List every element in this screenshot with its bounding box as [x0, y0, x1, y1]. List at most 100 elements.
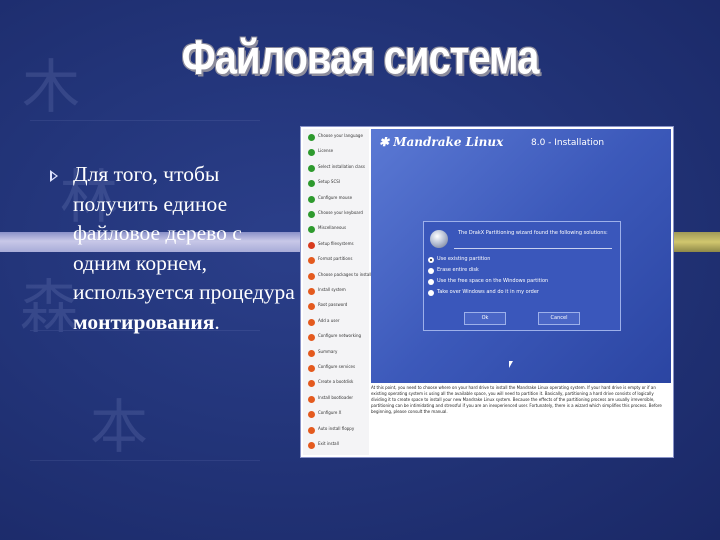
step-status-icon [308, 334, 315, 342]
step-status-icon [308, 442, 315, 449]
sidebar-step: Select installation class [308, 163, 370, 175]
sidebar-step-label: Configure services [318, 364, 356, 369]
dialog-title: The DrakX Partitioning wizard found the … [458, 230, 608, 236]
help-text: At this point, you need to choose where … [371, 385, 669, 455]
sidebar-step: Create a bootdisk [308, 378, 370, 390]
sidebar-step-label: Format partitions [318, 256, 353, 262]
bullet-arrow-icon [50, 170, 58, 182]
step-status-icon [308, 288, 315, 295]
background-line [30, 120, 260, 121]
sidebar-step: Exit install [308, 440, 370, 452]
radio-button[interactable] [428, 290, 434, 296]
sidebar-step: Configure X [308, 409, 370, 421]
step-status-icon [308, 149, 315, 157]
sidebar-step: Install bootloader [308, 394, 370, 406]
bullet-emphasis: монтирования [73, 309, 215, 334]
step-status-icon [308, 395, 315, 403]
sidebar-step: Miscellaneous [308, 224, 370, 236]
step-status-icon [308, 411, 315, 419]
installer-step-sidebar: Choose your language License Select instal… [303, 129, 372, 455]
step-status-icon [308, 134, 315, 141]
step-status-icon [308, 365, 315, 372]
radio-button[interactable] [428, 279, 434, 285]
option-label: Erase entire disk [437, 267, 479, 273]
sidebar-step-label: License [318, 148, 334, 154]
option-label: Use existing partition [437, 256, 491, 262]
step-status-icon [308, 303, 315, 311]
sidebar-step: Choose your language [308, 132, 370, 144]
sidebar-step: Add a user [308, 317, 370, 329]
installer-screenshot: Choose your language License Select instal… [300, 126, 674, 458]
sidebar-step-label: Create a bootdisk [318, 379, 354, 385]
sidebar-step: Root password [308, 301, 370, 313]
bullet-body: Для того, чтобы получить единое файловое… [73, 162, 295, 304]
sidebar-step-label: Root password [318, 302, 348, 308]
sidebar-step-label: Add a user [318, 317, 340, 323]
step-status-icon [308, 211, 315, 218]
ok-button[interactable]: Ok [464, 312, 506, 325]
option-label: Use the free space on the Windows partit… [437, 278, 549, 284]
sidebar-step: License [308, 147, 370, 159]
partition-option[interactable]: Use the free space on the Windows partit… [428, 278, 608, 287]
bullet-text: Для того, чтобы получить единое файловое… [73, 160, 298, 337]
sidebar-step-label: Install bootloader [318, 394, 353, 400]
step-status-icon [308, 226, 315, 234]
step-status-icon [308, 272, 315, 280]
step-status-icon [308, 164, 315, 172]
partition-option[interactable]: Erase entire disk [428, 267, 608, 276]
sidebar-step-label: Choose your keyboard [318, 210, 363, 215]
step-status-icon [308, 257, 315, 265]
sidebar-step: Summary [308, 348, 370, 360]
sidebar-step-label: Select installation class [318, 163, 365, 169]
step-status-icon [308, 195, 315, 203]
sidebar-step-label: Setup filesystems [318, 240, 354, 246]
step-status-icon [308, 180, 315, 188]
sidebar-step-label: Configure mouse [318, 194, 353, 200]
cancel-button[interactable]: Cancel [538, 312, 580, 325]
sidebar-step-label: Choose your language [318, 133, 363, 138]
sidebar-step-label: Setup SCSI [318, 179, 340, 185]
installer-logo: ✱ Mandrake Linux [379, 135, 504, 149]
step-status-icon [308, 241, 315, 249]
sidebar-step: Install system [308, 286, 370, 298]
sidebar-step-label: Configure networking [318, 333, 362, 339]
sidebar-step-label: Miscellaneous [318, 225, 347, 231]
installer-version: 8.0 - Installation [531, 138, 605, 148]
sidebar-step: Configure networking [308, 332, 370, 344]
dialog-divider [454, 248, 612, 249]
sidebar-step-label: Summary [318, 348, 338, 354]
sidebar-step: Setup filesystems [308, 240, 370, 252]
bullet-trailing: . [214, 309, 220, 334]
sidebar-step: Configure mouse [308, 194, 370, 206]
sidebar-step: Setup SCSI [308, 178, 370, 190]
sidebar-step: Format partitions [308, 255, 370, 267]
hard-disk-icon [430, 230, 448, 248]
sidebar-step-label: Configure X [318, 410, 342, 416]
slide-title: Файловая система [181, 31, 540, 85]
step-status-icon [308, 318, 315, 326]
logo-text: Mandrake Linux [393, 135, 504, 149]
background-glyph: 森 [20, 273, 79, 341]
sidebar-step: Choose packages to install [308, 271, 372, 283]
sidebar-step-label: Exit install [318, 441, 339, 446]
background-glyph: 本 [90, 393, 149, 461]
radio-button[interactable] [428, 257, 434, 263]
stripe-right [668, 232, 720, 252]
sidebar-step: Choose your keyboard [308, 209, 370, 221]
step-status-icon [308, 380, 315, 388]
sidebar-step-label: Install system [318, 287, 346, 292]
partition-option[interactable]: Take over Windows and do it in my order [428, 289, 608, 298]
partition-dialog: The DrakX Partitioning wizard found the … [423, 221, 621, 331]
sidebar-step: Auto install floppy [308, 425, 370, 437]
background-line [30, 460, 260, 461]
installer-main-panel: ✱ Mandrake Linux 8.0 - Installation The … [371, 129, 671, 383]
sidebar-step: Configure services [308, 363, 370, 375]
option-label: Take over Windows and do it in my order [437, 289, 539, 295]
mouse-cursor-icon [509, 361, 513, 368]
partition-option[interactable]: Use existing partition [428, 256, 608, 265]
radio-button[interactable] [428, 268, 434, 274]
sidebar-step-label: Auto install floppy [318, 425, 355, 431]
step-status-icon [308, 349, 315, 357]
sidebar-step-label: Choose packages to install [318, 271, 372, 277]
step-status-icon [308, 426, 315, 434]
